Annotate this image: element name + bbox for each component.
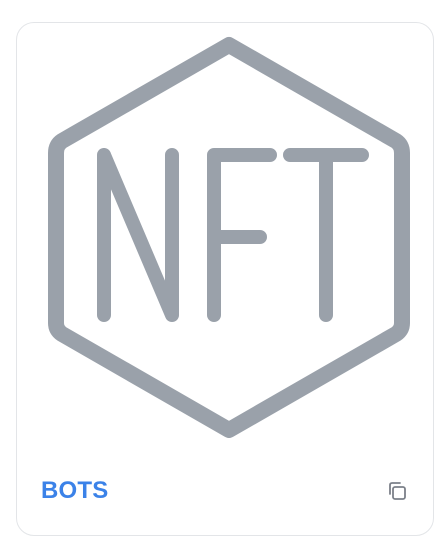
collection-title[interactable]: BOTS <box>41 477 108 505</box>
card-footer: BOTS <box>41 471 409 511</box>
copy-icon <box>385 479 409 503</box>
nft-hexagon-icon <box>44 33 414 438</box>
nft-card[interactable]: BOTS <box>16 22 434 536</box>
copy-button[interactable] <box>383 477 411 505</box>
